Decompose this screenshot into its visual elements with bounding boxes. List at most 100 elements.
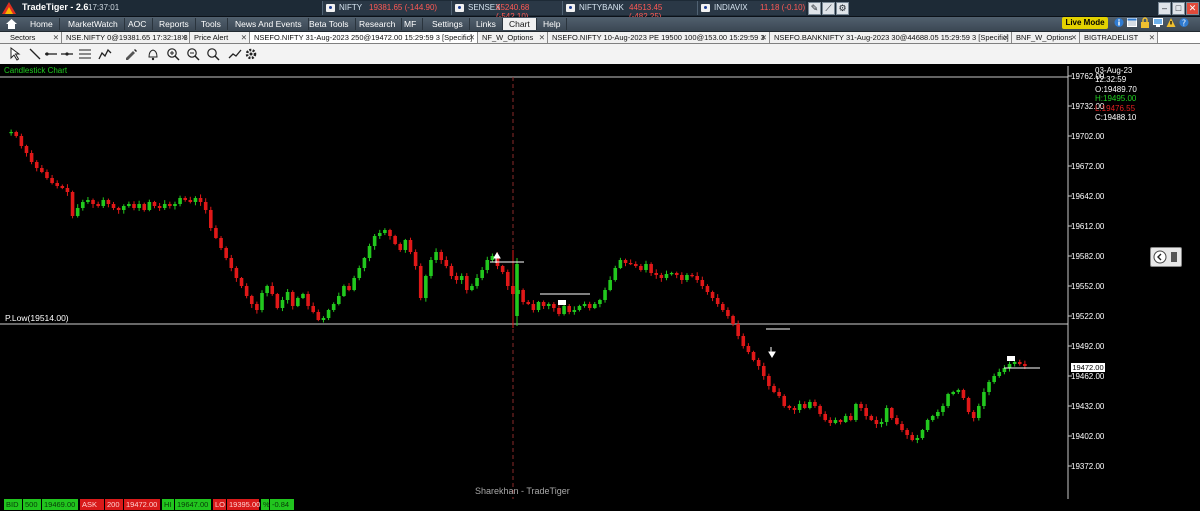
y-tick-label: 19612.00 xyxy=(1071,222,1105,231)
drawing-tools-icon[interactable] xyxy=(124,47,138,61)
tab-price-alert[interactable]: Price Alert ✕ xyxy=(190,32,250,43)
candle-body xyxy=(383,230,387,233)
candle-body xyxy=(193,198,198,202)
candle-body xyxy=(45,172,49,178)
menu-marketwatch[interactable]: MarketWatch xyxy=(62,18,125,30)
close-tab-icon[interactable]: ✕ xyxy=(1003,32,1009,43)
candle-body xyxy=(639,266,643,270)
indicator-icon[interactable] xyxy=(98,47,112,61)
candle-body xyxy=(603,290,607,300)
candle-body xyxy=(321,318,326,320)
menu-tools[interactable]: Tools xyxy=(195,18,228,30)
zoom-out-icon[interactable] xyxy=(186,47,200,61)
settings-icon[interactable]: ⚙ xyxy=(836,2,849,15)
close-tab-icon[interactable]: ✕ xyxy=(181,32,187,43)
close-tab-icon[interactable]: ✕ xyxy=(241,32,247,43)
candle-body xyxy=(936,412,940,416)
ticker-sensex[interactable]: SENSEX 65240.68 (-542.10) xyxy=(451,1,562,21)
chart-settings-icon[interactable] xyxy=(244,47,258,61)
tab-label: NSEFO.BANKNIFTY 31-Aug-2023 30@44688.05 … xyxy=(774,33,1009,42)
alert-icon[interactable] xyxy=(1166,17,1176,28)
chart-toolbar xyxy=(0,44,1200,65)
candle-body xyxy=(859,404,863,408)
ray-line-icon[interactable] xyxy=(44,47,58,61)
alert-bell-icon[interactable] xyxy=(146,47,160,61)
tab-bnf-w-options[interactable]: BNF_W_Options ✕ xyxy=(1012,32,1080,43)
candle-body xyxy=(736,324,740,336)
close-tab-icon[interactable]: ✕ xyxy=(53,32,59,43)
tab-nsefo-nifty-future[interactable]: NSEFO.NIFTY 31-Aug-2023 250@19472.00 15:… xyxy=(250,32,478,43)
candle-body xyxy=(418,266,423,298)
menu-reports[interactable]: Reports xyxy=(153,18,196,30)
trendline-icon[interactable] xyxy=(28,47,42,61)
candle-body xyxy=(480,270,484,278)
menu-aoc[interactable]: AOC xyxy=(122,18,154,30)
candle-body xyxy=(889,408,894,418)
candle-body xyxy=(546,304,551,306)
window-icon[interactable] xyxy=(1127,17,1137,28)
candle-body xyxy=(121,206,126,210)
y-tick-label: 19582.00 xyxy=(1071,252,1105,261)
candle-body xyxy=(55,183,59,186)
tab-nsefo-banknifty[interactable]: NSEFO.BANKNIFTY 31-Aug-2023 30@44688.05 … xyxy=(770,32,1012,43)
candle-body xyxy=(756,360,761,366)
tab-nsefo-nifty-pe[interactable]: NSEFO.NIFTY 10-Aug-2023 PE 19500 100@153… xyxy=(548,32,770,43)
close-tab-icon[interactable]: ✕ xyxy=(1071,32,1077,43)
ticker-niftybank[interactable]: NIFTYBANK 44513.45 (-482.25) xyxy=(562,1,697,21)
candle-body xyxy=(925,420,930,430)
help-icon[interactable]: ? xyxy=(1179,17,1189,28)
scroll-grip-icon xyxy=(1171,252,1177,262)
menu-settings[interactable]: Settings xyxy=(426,18,470,30)
close-icon[interactable]: ✕ xyxy=(1186,2,1199,15)
candle-body xyxy=(680,275,684,280)
candlestick-chart[interactable]: 19762.0019732.0019702.0019672.0019642.00… xyxy=(0,64,1200,499)
candle-body xyxy=(900,424,904,430)
zoom-in-icon[interactable] xyxy=(166,47,180,61)
tab-label: BNF_W_Options xyxy=(1016,33,1073,42)
cursor-icon[interactable] xyxy=(8,47,22,61)
tab-bigtradelist[interactable]: BIGTRADELIST ✕ xyxy=(1080,32,1158,43)
home-icon[interactable] xyxy=(6,19,17,29)
candle-body xyxy=(465,276,469,290)
candle-body xyxy=(915,438,920,440)
tab-sectors[interactable]: Sectors ✕ xyxy=(0,32,62,43)
monitor-icon[interactable] xyxy=(1153,17,1163,28)
candle-body xyxy=(219,238,223,248)
ohlc-date: 03-Aug-23 xyxy=(1095,66,1133,75)
close-tab-icon[interactable]: ✕ xyxy=(761,32,767,43)
menu-chart[interactable]: Chart xyxy=(503,18,537,30)
fibonacci-icon[interactable] xyxy=(78,47,92,61)
tab-nse-nifty[interactable]: NSE.NIFTY 0@19381.65 17:32:18 3 ✕ xyxy=(62,32,190,43)
candle-body xyxy=(1017,362,1022,364)
close-tab-icon[interactable]: ✕ xyxy=(469,32,475,43)
horizontal-line-icon[interactable] xyxy=(60,47,74,61)
ticker-indiavix[interactable]: INDIAVIX 11.18 (-0.10) xyxy=(697,1,806,15)
line-chart-icon[interactable] xyxy=(228,47,242,61)
pin-icon[interactable]: ⟋ xyxy=(822,2,835,15)
candle-body xyxy=(946,394,950,406)
lock-icon[interactable] xyxy=(1140,17,1150,28)
ticker-nifty[interactable]: NIFTY 19381.65 (-144.90) xyxy=(322,1,451,15)
info-icon[interactable] xyxy=(1114,17,1124,28)
menu-help[interactable]: Help xyxy=(537,18,568,30)
high-label: HI xyxy=(162,499,174,510)
candle-body xyxy=(659,275,664,278)
close-tab-icon[interactable]: ✕ xyxy=(1149,32,1155,43)
menu-links[interactable]: Links xyxy=(470,18,503,30)
menu-research[interactable]: Research xyxy=(353,18,403,30)
edit-icon[interactable]: ✎ xyxy=(808,2,821,15)
restore-icon[interactable]: □ xyxy=(1172,2,1185,15)
zoom-fit-icon[interactable] xyxy=(206,47,220,61)
menu-mf[interactable]: MF xyxy=(398,18,424,30)
menu-news-and-events[interactable]: News And Events xyxy=(229,18,309,30)
minimize-icon[interactable]: – xyxy=(1158,2,1171,15)
menu-home[interactable]: Home xyxy=(24,18,60,30)
tab-nf-w-options[interactable]: NF_W_Options ✕ xyxy=(478,32,548,43)
menu-beta-tools[interactable]: Beta Tools xyxy=(303,18,356,30)
candle-body xyxy=(695,276,699,280)
live-mode-button[interactable]: Live Mode xyxy=(1062,17,1108,29)
close-tab-icon[interactable]: ✕ xyxy=(539,32,545,43)
ticker-value: 11.18 (-0.10) xyxy=(760,3,806,12)
scroll-left-button[interactable] xyxy=(1150,247,1182,267)
y-tick-label: 19702.00 xyxy=(1071,132,1105,141)
